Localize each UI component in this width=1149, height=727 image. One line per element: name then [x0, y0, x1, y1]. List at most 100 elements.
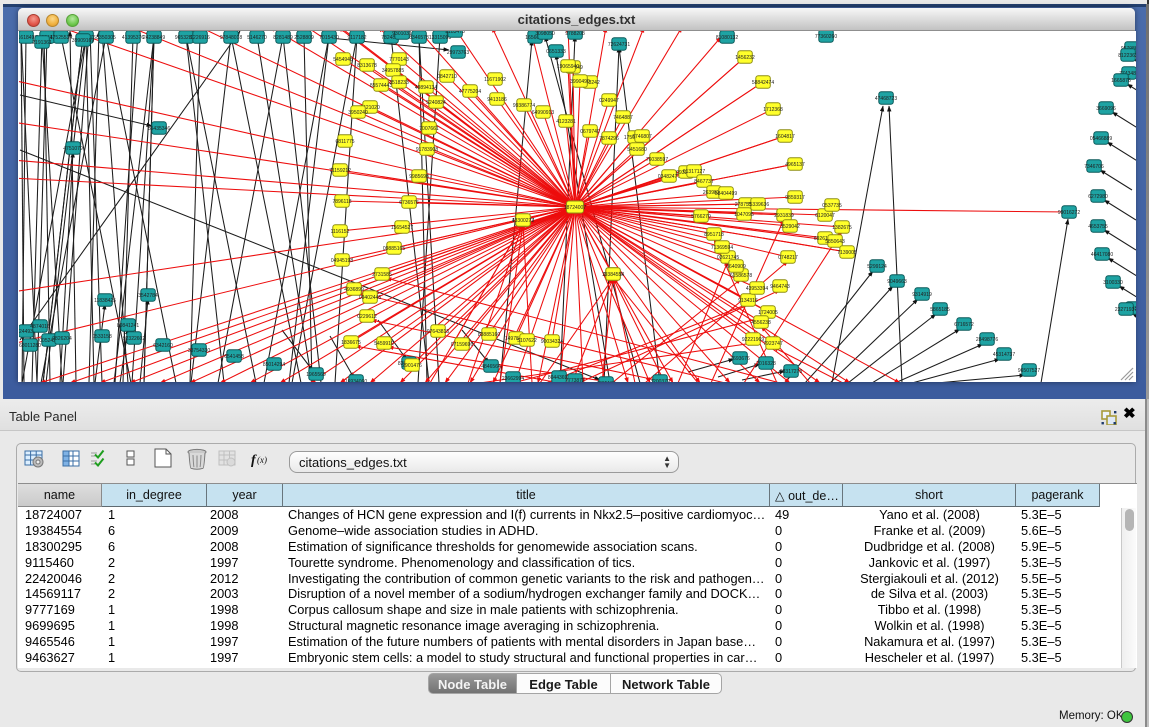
svg-text:05466889: 05466889 — [1090, 136, 1112, 142]
svg-text:99016272: 99016272 — [1058, 210, 1080, 216]
svg-text:19384554: 19384554 — [602, 272, 624, 278]
svg-text:75339636: 75339636 — [747, 202, 769, 208]
svg-text:2528809: 2528809 — [294, 35, 314, 41]
svg-text:6120047: 6120047 — [815, 213, 835, 219]
svg-text:7770143: 7770143 — [389, 57, 409, 63]
svg-text:7874296: 7874296 — [599, 136, 619, 142]
svg-text:5865185: 5865185 — [930, 307, 950, 313]
svg-text:92322602: 92322602 — [123, 336, 145, 342]
svg-text:7007661: 7007661 — [419, 126, 439, 132]
svg-text:7896118: 7896118 — [332, 199, 351, 205]
svg-text:1456232: 1456232 — [735, 55, 755, 61]
svg-text:11838425: 11838425 — [94, 298, 116, 304]
svg-text:8313678: 8313678 — [357, 63, 377, 69]
svg-text:0249947: 0249947 — [599, 98, 619, 104]
svg-text:46417080: 46417080 — [1091, 252, 1113, 258]
svg-text:6541458: 6541458 — [224, 354, 244, 360]
svg-text:5766270: 5766270 — [691, 214, 711, 220]
svg-text:99386774: 99386774 — [513, 103, 535, 109]
svg-text:5146270: 5146270 — [247, 35, 267, 41]
svg-text:1604817: 1604817 — [775, 134, 795, 140]
svg-text:39909169: 39909169 — [72, 38, 94, 44]
svg-text:0537735: 0537735 — [822, 203, 842, 209]
svg-text:9859317: 9859317 — [785, 195, 805, 201]
svg-text:7139005: 7139005 — [837, 250, 857, 256]
svg-text:9134316: 9134316 — [738, 298, 758, 304]
svg-text:76038597: 76038597 — [646, 157, 668, 163]
svg-text:85014294: 85014294 — [263, 362, 285, 368]
svg-text:5240824: 5240824 — [426, 100, 446, 106]
svg-text:47775204: 47775204 — [459, 89, 481, 95]
svg-text:3950240: 3950240 — [348, 110, 368, 116]
svg-text:41395376: 41395376 — [122, 35, 144, 41]
svg-text:7464887: 7464887 — [613, 115, 633, 121]
svg-text:1836675: 1836675 — [341, 340, 361, 346]
svg-text:92221969: 92221969 — [742, 337, 764, 343]
svg-text:7346706: 7346706 — [1084, 164, 1104, 170]
svg-text:3990490: 3990490 — [570, 79, 590, 85]
svg-text:0533158: 0533158 — [92, 334, 112, 340]
svg-text:61317127: 61317127 — [683, 169, 705, 175]
svg-text:43953394: 43953394 — [746, 286, 768, 292]
svg-text:13300273: 13300273 — [512, 218, 534, 224]
svg-text:64990913: 64990913 — [532, 110, 554, 116]
svg-text:58404499: 58404499 — [715, 191, 737, 197]
svg-text:(x): (x) — [257, 455, 267, 465]
svg-text:9117182: 9117182 — [347, 35, 366, 41]
svg-text:1712368: 1712368 — [763, 107, 783, 113]
svg-text:09402445: 09402445 — [359, 295, 381, 301]
svg-text:7693676: 7693676 — [730, 356, 750, 362]
svg-text:5299124: 5299124 — [867, 264, 887, 270]
svg-text:9788208: 9788208 — [565, 31, 585, 37]
svg-text:6272980: 6272980 — [1088, 194, 1108, 200]
svg-text:71159212: 71159212 — [329, 168, 351, 174]
svg-text:3529042: 3529042 — [780, 224, 800, 230]
svg-text:91783908: 91783908 — [416, 147, 438, 153]
svg-text:4895134: 4895134 — [596, 381, 616, 382]
svg-text:96507527: 96507527 — [1018, 368, 1040, 374]
svg-text:1724005: 1724005 — [758, 310, 778, 316]
svg-text:47525534: 47525534 — [50, 35, 72, 41]
svg-text:1116152: 1116152 — [331, 229, 350, 235]
svg-text:90034324: 90034324 — [541, 339, 563, 345]
svg-text:04945198: 04945198 — [331, 258, 353, 264]
svg-text:6811775: 6811775 — [335, 139, 354, 145]
svg-text:9985698: 9985698 — [409, 174, 429, 180]
svg-text:4556238: 4556238 — [751, 320, 771, 326]
svg-text:1965569: 1965569 — [306, 372, 326, 378]
svg-text:4846564: 4846564 — [481, 364, 501, 370]
svg-text:18724007: 18724007 — [564, 205, 586, 211]
svg-text:0748217: 0748217 — [778, 255, 798, 261]
svg-text:3518233: 3518233 — [389, 80, 409, 86]
svg-text:1226916: 1226916 — [190, 35, 210, 41]
svg-text:5107622: 5107622 — [517, 338, 537, 344]
svg-text:80841241: 80841241 — [117, 323, 139, 329]
svg-text:3542784: 3542784 — [138, 293, 158, 299]
svg-text:0842710: 0842710 — [437, 74, 457, 80]
svg-text:47468723: 47468723 — [875, 96, 897, 102]
svg-text:7923747: 7923747 — [763, 341, 783, 347]
svg-text:6342160: 6342160 — [153, 343, 173, 349]
svg-text:1665876: 1665876 — [1111, 78, 1131, 84]
svg-text:0229612: 0229612 — [357, 314, 377, 320]
svg-text:07159696: 07159696 — [451, 342, 473, 348]
svg-text:9314919: 9314919 — [912, 292, 932, 298]
svg-text:0651333: 0651333 — [546, 49, 566, 55]
svg-text:9301031: 9301031 — [392, 31, 412, 37]
svg-text:7015430: 7015430 — [319, 35, 339, 41]
svg-text:4751079: 4751079 — [63, 146, 83, 152]
svg-text:0640909: 0640909 — [726, 264, 746, 270]
svg-text:68011280: 68011280 — [19, 343, 41, 349]
svg-text:4653755: 4653755 — [1088, 224, 1108, 230]
svg-text:5451680: 5451680 — [627, 147, 647, 153]
svg-text:1047095: 1047095 — [734, 212, 754, 218]
svg-text:8467737: 8467737 — [694, 179, 714, 185]
svg-text:29973763: 29973763 — [447, 50, 469, 56]
svg-text:2191361: 2191361 — [32, 40, 52, 46]
svg-text:85435346: 85435346 — [148, 126, 170, 132]
svg-text:6716572: 6716572 — [954, 322, 974, 328]
svg-text:0679740: 0679740 — [580, 129, 600, 135]
svg-text:61586578: 61586578 — [730, 273, 752, 279]
svg-text:23662994: 23662994 — [502, 376, 524, 382]
svg-text:19065940: 19065940 — [557, 64, 579, 70]
